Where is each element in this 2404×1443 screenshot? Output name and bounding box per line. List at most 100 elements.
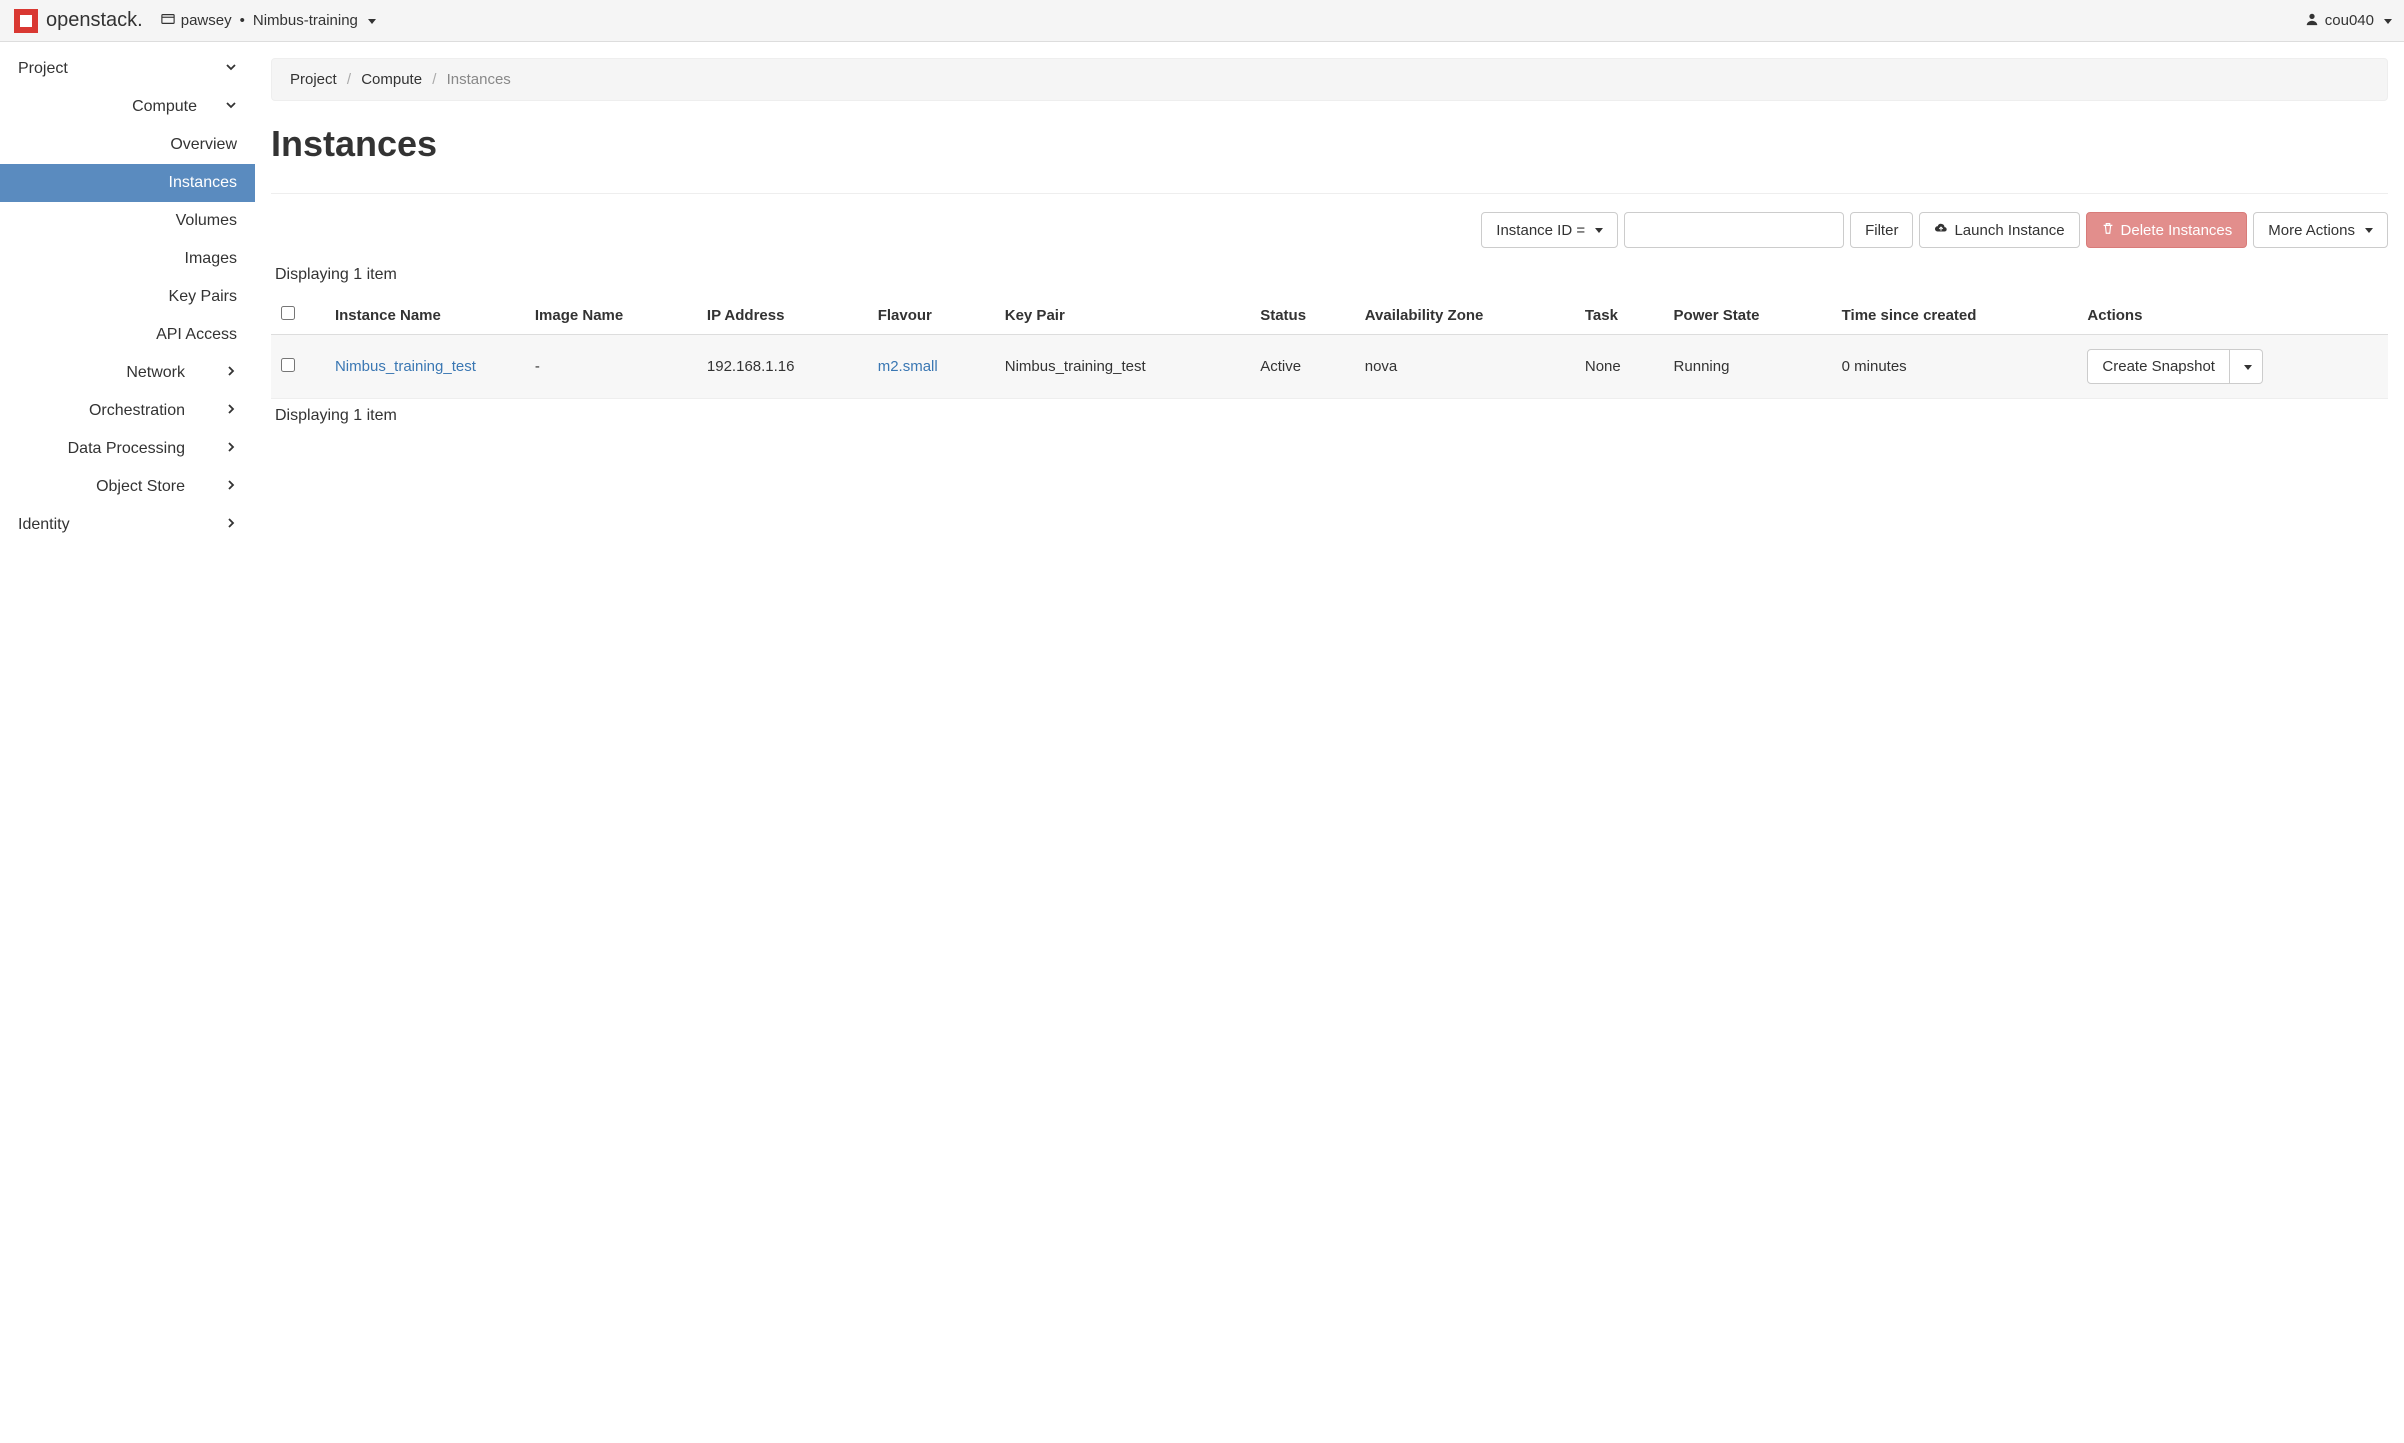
sidebar-item-overview[interactable]: Overview bbox=[0, 126, 255, 164]
table-row: Nimbus_training_test - 192.168.1.16 m2.s… bbox=[271, 335, 2388, 399]
chevron-down-icon bbox=[1591, 222, 1603, 239]
header-actions: Actions bbox=[2077, 296, 2388, 335]
sidebar-item-network[interactable]: Network bbox=[0, 354, 255, 392]
cell-task: None bbox=[1575, 335, 1664, 399]
sidebar-item-label: Instances bbox=[169, 174, 237, 191]
chevron-right-icon bbox=[225, 364, 237, 382]
chevron-right-icon bbox=[225, 478, 237, 496]
cell-key-pair: Nimbus_training_test bbox=[995, 335, 1250, 399]
main-content: Project / Compute / Instances Instances … bbox=[255, 42, 2404, 1443]
sidebar-item-instances[interactable]: Instances bbox=[0, 164, 255, 202]
sidebar-item-api-access[interactable]: API Access bbox=[0, 316, 255, 354]
select-all-checkbox[interactable] bbox=[281, 306, 295, 320]
chevron-down-icon bbox=[2240, 358, 2252, 375]
sidebar-item-data-processing[interactable]: Data Processing bbox=[0, 430, 255, 468]
sidebar-item-key-pairs[interactable]: Key Pairs bbox=[0, 278, 255, 316]
openstack-logo-icon bbox=[12, 7, 40, 35]
project-org: pawsey bbox=[181, 12, 232, 29]
navbar-left: openstack. pawsey • Nimbus-training bbox=[12, 7, 376, 35]
row-action-dropdown[interactable] bbox=[2230, 349, 2263, 384]
dot-separator: • bbox=[240, 12, 245, 29]
sidebar-item-project[interactable]: Project bbox=[0, 50, 255, 88]
cell-image-name: - bbox=[525, 335, 697, 399]
domain-icon bbox=[161, 12, 175, 30]
cell-instance-name: Nimbus_training_test bbox=[325, 335, 525, 399]
chevron-down-icon bbox=[364, 12, 376, 29]
breadcrumb-current: Instances bbox=[447, 71, 511, 88]
divider bbox=[271, 193, 2388, 194]
sidebar-item-volumes[interactable]: Volumes bbox=[0, 202, 255, 240]
chevron-down-icon bbox=[225, 60, 237, 78]
cell-status: Active bbox=[1250, 335, 1355, 399]
header-task: Task bbox=[1575, 296, 1664, 335]
header-key-pair: Key Pair bbox=[995, 296, 1250, 335]
sidebar-item-compute[interactable]: Compute bbox=[0, 88, 255, 126]
flavour-link[interactable]: m2.small bbox=[878, 358, 938, 375]
filter-field-label: Instance ID = bbox=[1496, 222, 1585, 239]
instance-name-link[interactable]: Nimbus_training_test bbox=[335, 358, 476, 375]
sidebar-item-identity[interactable]: Identity bbox=[0, 506, 255, 544]
header-image-name: Image Name bbox=[525, 296, 697, 335]
display-count-bottom: Displaying 1 item bbox=[275, 407, 2388, 425]
sidebar-item-label: Compute bbox=[18, 98, 225, 116]
filter-button[interactable]: Filter bbox=[1850, 212, 1913, 248]
header-power-state: Power State bbox=[1664, 296, 1832, 335]
cell-availability-zone: nova bbox=[1355, 335, 1575, 399]
more-actions-dropdown[interactable]: More Actions bbox=[2253, 212, 2388, 248]
sidebar-item-label: Volumes bbox=[176, 212, 237, 229]
instances-table: Instance Name Image Name IP Address Flav… bbox=[271, 296, 2388, 399]
breadcrumb-compute[interactable]: Compute bbox=[361, 71, 422, 88]
breadcrumb-separator: / bbox=[432, 71, 436, 88]
launch-instance-button[interactable]: Launch Instance bbox=[1919, 212, 2079, 248]
create-snapshot-button[interactable]: Create Snapshot bbox=[2087, 349, 2230, 384]
user-icon bbox=[2305, 12, 2319, 30]
chevron-down-icon bbox=[2361, 222, 2373, 239]
sidebar-item-label: Overview bbox=[170, 136, 237, 153]
row-checkbox-cell bbox=[271, 335, 325, 399]
button-label: Delete Instances bbox=[2121, 222, 2233, 239]
sidebar-item-images[interactable]: Images bbox=[0, 240, 255, 278]
row-action-group: Create Snapshot bbox=[2087, 349, 2263, 384]
sidebar-item-orchestration[interactable]: Orchestration bbox=[0, 392, 255, 430]
sidebar-item-label: Orchestration bbox=[89, 402, 185, 420]
sidebar-item-label: Key Pairs bbox=[169, 288, 237, 305]
filter-input[interactable] bbox=[1624, 212, 1844, 248]
chevron-right-icon bbox=[225, 516, 237, 534]
logo[interactable]: openstack. bbox=[12, 7, 143, 35]
cell-actions: Create Snapshot bbox=[2077, 335, 2388, 399]
header-flavour: Flavour bbox=[868, 296, 995, 335]
sidebar-item-label: Object Store bbox=[96, 478, 185, 496]
display-count-top: Displaying 1 item bbox=[275, 266, 2388, 284]
project-switcher[interactable]: pawsey • Nimbus-training bbox=[161, 12, 376, 30]
header-checkbox-cell bbox=[271, 296, 325, 335]
row-select-checkbox[interactable] bbox=[281, 358, 295, 372]
button-label: Launch Instance bbox=[1954, 222, 2064, 239]
page-title: Instances bbox=[271, 123, 2388, 165]
cloud-upload-icon bbox=[1934, 221, 1948, 239]
chevron-right-icon bbox=[225, 402, 237, 420]
button-label: Create Snapshot bbox=[2102, 358, 2215, 375]
header-availability-zone: Availability Zone bbox=[1355, 296, 1575, 335]
header-instance-name: Instance Name bbox=[325, 296, 525, 335]
table-header-row: Instance Name Image Name IP Address Flav… bbox=[271, 296, 2388, 335]
filter-field-dropdown[interactable]: Instance ID = bbox=[1481, 212, 1618, 248]
user-name: cou040 bbox=[2325, 12, 2374, 29]
chevron-right-icon bbox=[225, 440, 237, 458]
header-status: Status bbox=[1250, 296, 1355, 335]
cell-time-since-created: 0 minutes bbox=[1832, 335, 2078, 399]
chevron-down-icon bbox=[225, 98, 237, 116]
sidebar-item-object-store[interactable]: Object Store bbox=[0, 468, 255, 506]
brand-text: openstack. bbox=[46, 9, 143, 32]
sidebar-item-label: API Access bbox=[156, 326, 237, 343]
delete-instances-button[interactable]: Delete Instances bbox=[2086, 212, 2248, 248]
top-navbar: openstack. pawsey • Nimbus-training cou0… bbox=[0, 0, 2404, 42]
cell-ip-address: 192.168.1.16 bbox=[697, 335, 868, 399]
user-menu[interactable]: cou040 bbox=[2305, 12, 2392, 30]
button-label: Filter bbox=[1865, 222, 1898, 239]
cell-power-state: Running bbox=[1664, 335, 1832, 399]
button-label: More Actions bbox=[2268, 222, 2355, 239]
breadcrumb-project[interactable]: Project bbox=[290, 71, 337, 88]
breadcrumb: Project / Compute / Instances bbox=[271, 58, 2388, 101]
sidebar-item-label: Images bbox=[185, 250, 237, 267]
action-bar: Instance ID = Filter Launch Instance Del… bbox=[271, 212, 2388, 248]
